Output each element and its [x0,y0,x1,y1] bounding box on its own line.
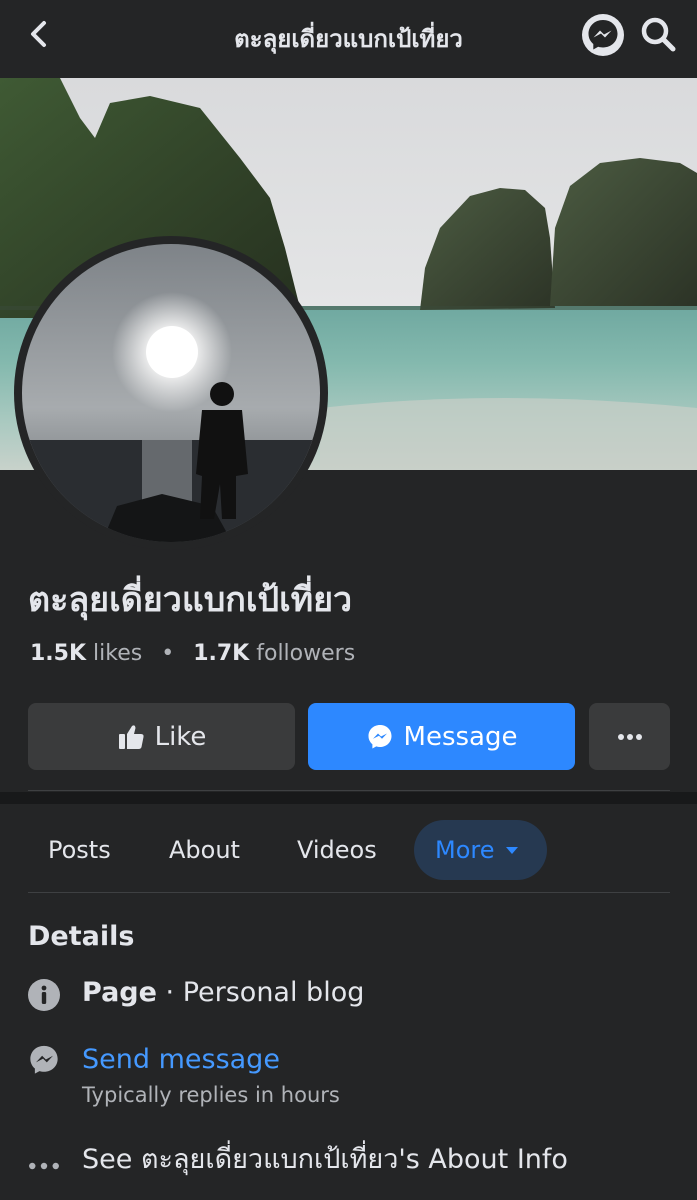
tab-more-label: More [435,836,495,864]
category-type: Page [82,977,157,1008]
category-value: · Personal blog [165,977,365,1008]
more-options-button[interactable] [589,703,670,770]
messenger-icon [368,724,392,748]
header-title: ตะลุยเดี่ยวแบกเป้เที่ยว [234,25,463,53]
messenger-button[interactable] [582,14,624,56]
messenger-icon [30,1045,58,1074]
like-button-label: Like [154,721,207,752]
profile-avatar[interactable] [14,236,328,550]
likes-label: likes [93,641,143,666]
tab-about[interactable]: About [169,820,240,880]
tab-posts[interactable]: Posts [48,820,111,880]
tabs-divider [28,892,670,893]
send-message-link[interactable]: Send message [82,1044,280,1075]
info-icon [28,979,60,1011]
reply-time-text: Typically replies in hours [82,1083,340,1107]
message-button-label: Message [403,721,518,752]
followers-count: 1.7K [193,641,250,666]
search-icon [641,17,676,52]
thumbs-up-icon [118,724,144,749]
details-heading: Details [28,921,135,952]
avatar-image [22,244,320,542]
tab-more[interactable]: More [414,820,547,880]
top-bar: ตะลุยเดี่ยวแบกเป้เที่ยว [0,0,697,78]
section-divider [0,792,697,804]
stats-separator: • [161,641,175,666]
about-info-link[interactable]: See ตะลุยเดี่ยวแบกเป้เที่ยว's About Info [82,1137,568,1180]
back-button[interactable] [22,16,58,52]
like-button[interactable]: Like [28,703,295,770]
messenger-icon [588,20,618,50]
ellipsis-icon [29,1162,59,1170]
caret-down-icon [505,846,518,854]
page-stats: 1.5K likes • 1.7K followers [30,641,355,666]
ellipsis-icon [617,733,642,740]
chevron-left-icon [31,21,46,47]
divider [28,790,670,791]
followers-label: followers [256,641,356,666]
message-button[interactable]: Message [308,703,575,770]
likes-count: 1.5K [30,641,87,666]
page-name: ตะลุยเดี่ยวแบกเป้เที่ยว [28,580,353,620]
tab-videos[interactable]: Videos [297,820,377,880]
search-button[interactable] [638,14,678,54]
